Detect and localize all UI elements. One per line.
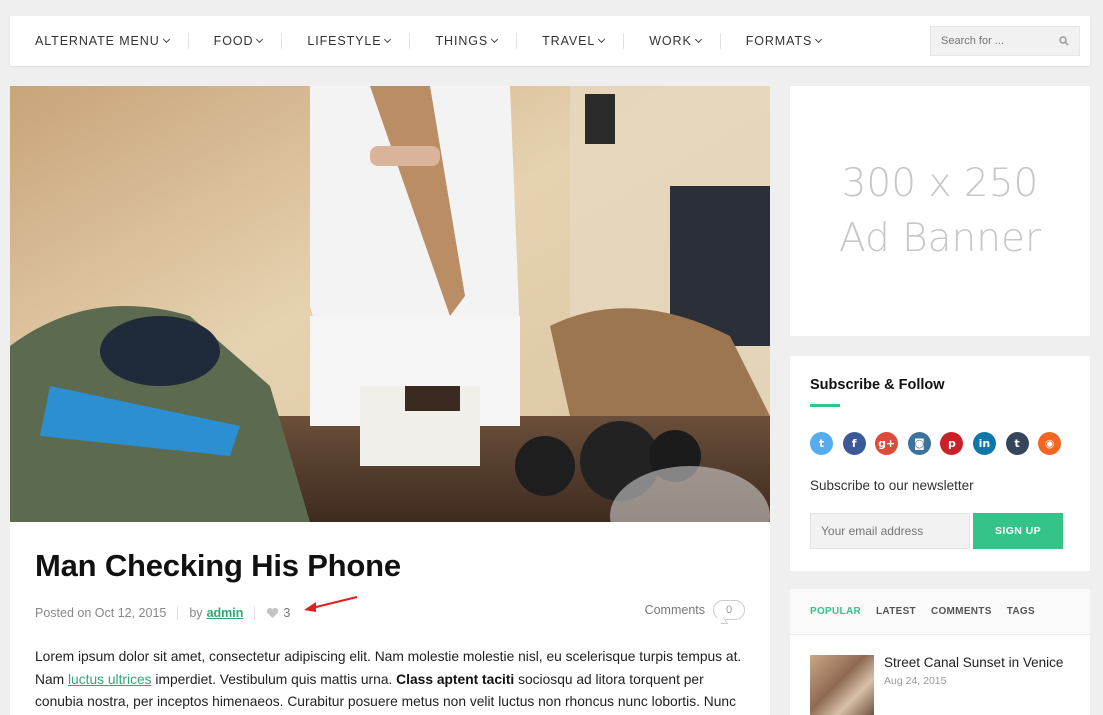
- chevron-down-icon: [491, 35, 499, 43]
- arrow-annotation-icon: [304, 596, 358, 612]
- popular-post-title[interactable]: Street Canal Sunset in Venice: [884, 655, 1063, 670]
- twitter-icon[interactable]: t: [810, 432, 833, 455]
- social-icons: t f g+ ◙ p in t ◉: [810, 432, 1071, 455]
- nav-item-label: WORK: [649, 34, 692, 48]
- linkedin-icon[interactable]: in: [972, 432, 996, 455]
- inline-link[interactable]: luctus ultrices: [68, 672, 152, 687]
- search-input[interactable]: [931, 35, 1051, 47]
- meta-divider: [177, 606, 179, 620]
- comment-count-bubble: 0: [713, 600, 745, 620]
- ad-label-text: Ad Banner: [838, 216, 1042, 261]
- nav-item-lifestyle[interactable]: LIFESTYLE: [282, 33, 411, 49]
- nav-item-label: TRAVEL: [542, 34, 596, 48]
- chevron-down-icon: [815, 35, 823, 43]
- ad-banner[interactable]: 300 x 250 Ad Banner: [790, 86, 1090, 336]
- author-link[interactable]: admin: [207, 606, 244, 620]
- nav-item-alternate-menu[interactable]: ALTERNATE MENU: [10, 33, 189, 49]
- title-underline: [810, 404, 840, 407]
- body-bold-text: Class aptent taciti: [396, 671, 515, 687]
- post-date: Oct 12, 2015: [94, 606, 167, 620]
- subscribe-widget: Subscribe & Follow t f g+ ◙ p in t ◉ Sub…: [790, 356, 1090, 571]
- nav-menu: ALTERNATE MENU FOOD LIFESTYLE THINGS TRA…: [10, 16, 841, 66]
- tumblr-icon[interactable]: t: [1005, 432, 1029, 455]
- google-plus-icon[interactable]: g+: [875, 432, 899, 455]
- chevron-down-icon: [256, 35, 264, 43]
- heart-icon[interactable]: [266, 607, 279, 619]
- list-item[interactable]: Street Canal Sunset in Venice Aug 24, 20…: [810, 655, 1063, 715]
- widget-title: Subscribe & Follow: [810, 377, 945, 393]
- ad-size-text: 300 x 250: [841, 161, 1039, 206]
- nav-item-things[interactable]: THINGS: [410, 33, 517, 49]
- tab-bar: POPULAR LATEST COMMENTS TAGS: [790, 589, 1090, 635]
- nav-item-label: ALTERNATE MENU: [35, 34, 160, 48]
- comments-label: Comments: [644, 603, 705, 617]
- tabbed-posts-widget: POPULAR LATEST COMMENTS TAGS Street Cana…: [790, 589, 1090, 715]
- nav-item-label: FOOD: [213, 34, 254, 48]
- tab-latest[interactable]: LATEST: [876, 606, 916, 617]
- chevron-down-icon: [598, 35, 606, 43]
- tab-comments[interactable]: COMMENTS: [931, 606, 992, 617]
- by-label: by: [189, 606, 203, 620]
- tab-tags[interactable]: TAGS: [1007, 606, 1035, 617]
- nav-item-travel[interactable]: TRAVEL: [517, 33, 625, 49]
- top-navbar: ALTERNATE MENU FOOD LIFESTYLE THINGS TRA…: [10, 16, 1090, 66]
- popular-text: Street Canal Sunset in Venice Aug 24, 20…: [884, 655, 1063, 715]
- newsletter-label: Subscribe to our newsletter: [810, 478, 974, 493]
- tab-popular[interactable]: POPULAR: [810, 606, 861, 617]
- nav-item-label: THINGS: [435, 34, 489, 48]
- popular-post-date: Aug 24, 2015: [884, 675, 947, 687]
- instagram-icon[interactable]: ◙: [907, 432, 931, 455]
- post-title[interactable]: Man Checking His Phone: [35, 548, 401, 584]
- post-meta: Posted on Oct 12, 2015 by admin 3: [35, 606, 290, 620]
- email-field[interactable]: [810, 513, 970, 549]
- post-thumbnail[interactable]: [810, 655, 874, 715]
- post-excerpt: Lorem ipsum dolor sit amet, consectetur …: [35, 646, 747, 714]
- post-card: Man Checking His Phone Posted on Oct 12,…: [10, 86, 770, 715]
- post-featured-image[interactable]: [10, 86, 770, 522]
- body-text: imperdiet. Vestibulum quis mattis urna.: [151, 671, 397, 687]
- rss-icon[interactable]: ◉: [1038, 432, 1062, 455]
- chevron-down-icon: [694, 35, 702, 43]
- posted-prefix: Posted on: [35, 606, 92, 620]
- signup-button[interactable]: SIGN UP: [973, 513, 1063, 549]
- pinterest-icon[interactable]: p: [940, 432, 964, 455]
- facebook-icon[interactable]: f: [842, 432, 866, 455]
- chevron-down-icon: [162, 35, 170, 43]
- nav-item-work[interactable]: WORK: [624, 33, 721, 49]
- comments-link[interactable]: Comments 0: [645, 600, 745, 620]
- nav-item-formats[interactable]: FORMATS: [721, 34, 841, 48]
- like-count: 3: [283, 606, 291, 620]
- nav-item-food[interactable]: FOOD: [189, 33, 283, 49]
- search-icon[interactable]: [1059, 36, 1069, 46]
- meta-divider: [254, 606, 256, 620]
- chevron-down-icon: [384, 35, 392, 43]
- search-box: [930, 26, 1080, 56]
- nav-item-label: FORMATS: [745, 34, 813, 48]
- nav-item-label: LIFESTYLE: [307, 34, 382, 48]
